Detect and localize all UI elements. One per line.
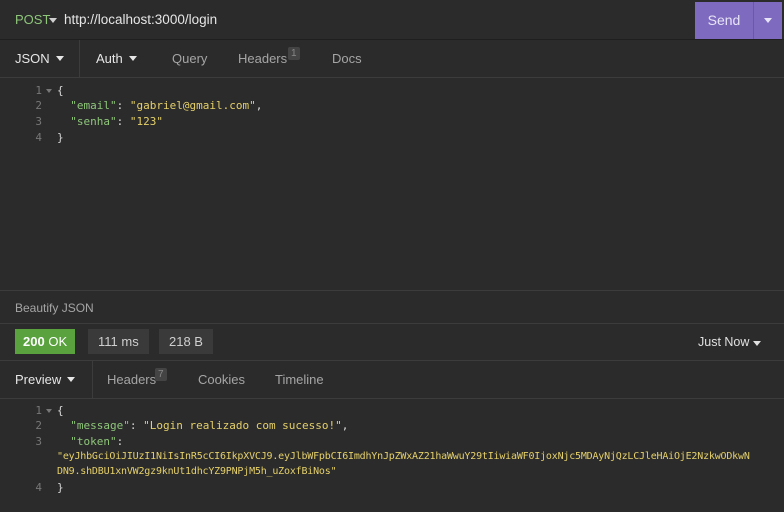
tab-query[interactable]: Query <box>172 40 207 78</box>
code-text: { <box>57 84 64 97</box>
line-number: 1 <box>35 404 42 417</box>
send-options-chevron-icon[interactable] <box>753 2 782 39</box>
code-line: 1 { <box>0 404 784 420</box>
code-text: } <box>57 481 64 494</box>
tab-auth-label: Auth <box>96 51 123 66</box>
code-line: 1 { <box>0 84 784 100</box>
code-line: 2 "email": "gabriel@gmail.com", <box>0 99 784 115</box>
tab-timeline[interactable]: Timeline <box>275 361 324 399</box>
tab-body-json-label: JSON <box>15 51 50 66</box>
tab-headers[interactable]: Headers <box>238 40 287 78</box>
chevron-down-icon[interactable] <box>753 341 761 346</box>
status-text: OK <box>48 334 68 349</box>
line-number: 3 <box>35 435 42 448</box>
json-string: "Login realizado com sucesso!" <box>143 419 342 432</box>
line-number: 4 <box>35 131 42 144</box>
tab-docs[interactable]: Docs <box>332 40 362 78</box>
json-string: "123" <box>129 115 163 128</box>
json-string-token-part1: "eyJhbGciOiJIUzI1NiIsInR5cCI6IkpXVCJ9.ey… <box>57 451 750 462</box>
json-key: "token" <box>70 435 117 448</box>
beautify-bar: Beautify JSON <box>0 290 784 324</box>
code-line: 4 } <box>0 481 784 497</box>
status-code: 200 <box>23 334 45 349</box>
code-line: 4 } <box>0 131 784 147</box>
json-string-token-part2: DN9.shDBU1xnVW2gz9knUt1dhcYZ9PNPjM5h_uZo… <box>57 466 337 477</box>
beautify-json-button[interactable]: Beautify JSON <box>15 301 94 315</box>
history-dropdown[interactable]: Just Now <box>698 335 749 349</box>
chevron-down-icon <box>128 56 137 61</box>
json-key: "senha" <box>70 115 117 128</box>
code-text: } <box>57 131 64 144</box>
headers-count-badge: 1 <box>288 47 300 60</box>
chevron-down-icon <box>55 56 64 61</box>
code-line-wrapped: DN9.shDBU1xnVW2gz9knUt1dhcYZ9PNPjM5h_uZo… <box>0 466 784 482</box>
code-text: "email": "gabriel@gmail.com", <box>70 99 263 112</box>
tab-divider <box>92 361 93 399</box>
tab-divider <box>79 40 80 78</box>
tab-preview[interactable]: Preview <box>15 361 76 399</box>
code-line: 3 "token": <box>0 435 784 451</box>
tab-response-headers[interactable]: Headers <box>107 361 156 399</box>
fold-caret-icon[interactable] <box>46 409 52 413</box>
line-number: 2 <box>35 99 42 112</box>
json-key: "email" <box>70 99 117 112</box>
code-text: "message": "Login realizado com sucesso!… <box>70 419 349 432</box>
code-text: "token": <box>70 435 124 448</box>
code-line: 3 "senha": "123" <box>0 115 784 131</box>
json-string: "gabriel@gmail.com" <box>129 99 256 112</box>
chevron-down-icon <box>67 377 76 382</box>
request-tabs: JSON Auth Query Headers 1 Docs <box>0 40 784 78</box>
url-bar: POST http://localhost:3000/login Send <box>0 0 784 40</box>
line-number: 3 <box>35 115 42 128</box>
line-number: 2 <box>35 419 42 432</box>
json-key: "message" <box>70 419 130 432</box>
response-tabs: Preview Headers 7 Cookies Timeline <box>0 361 784 399</box>
tab-cookies[interactable]: Cookies <box>198 361 245 399</box>
line-number: 4 <box>35 481 42 494</box>
response-time: 111 ms <box>88 329 149 354</box>
code-text: "senha": "123" <box>70 115 163 128</box>
chevron-down-icon[interactable] <box>47 13 59 27</box>
http-method-selector[interactable]: POST <box>15 12 50 27</box>
status-badge: 200 OK <box>15 329 76 354</box>
code-line-wrapped: "eyJhbGciOiJIUzI1NiIsInR5cCI6IkpXVCJ9.ey… <box>0 451 784 467</box>
response-headers-count-badge: 7 <box>155 368 167 381</box>
response-size: 218 B <box>159 329 213 354</box>
tab-body-json[interactable]: JSON <box>15 40 64 78</box>
line-number: 1 <box>35 84 42 97</box>
response-status-bar: 200 OK 111 ms 218 B Just Now <box>0 324 784 361</box>
fold-caret-icon[interactable] <box>46 89 52 93</box>
tab-auth[interactable]: Auth <box>96 40 137 78</box>
code-line: 2 "message": "Login realizado com sucess… <box>0 419 784 435</box>
url-input[interactable]: http://localhost:3000/login <box>64 12 217 27</box>
code-text: { <box>57 404 64 417</box>
send-button[interactable]: Send <box>695 2 753 39</box>
tab-preview-label: Preview <box>15 372 62 387</box>
